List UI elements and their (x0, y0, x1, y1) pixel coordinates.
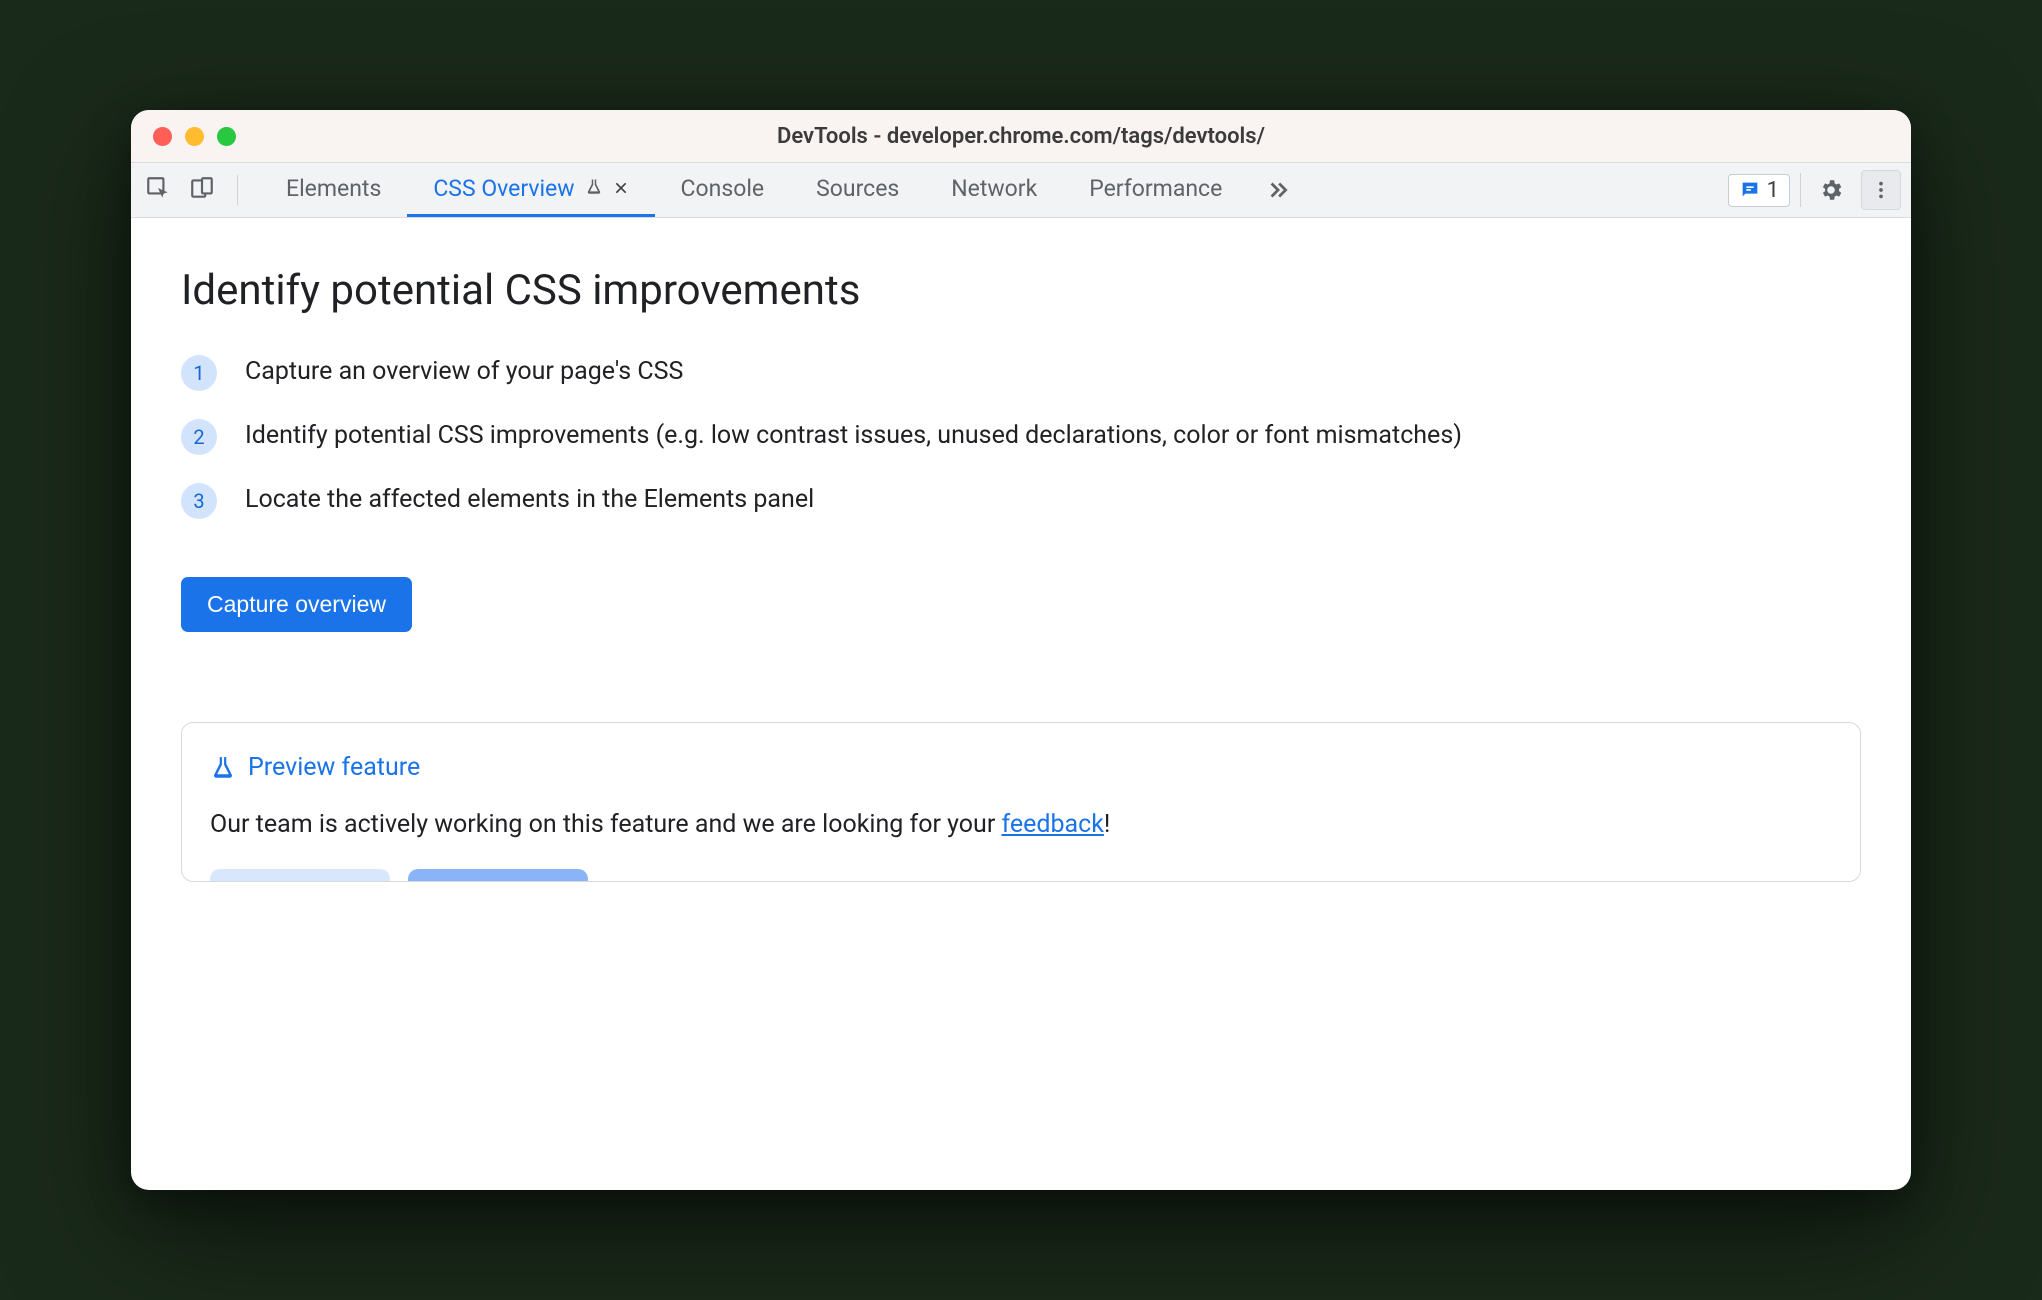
step-number: 2 (181, 419, 217, 455)
window-title: DevTools - developer.chrome.com/tags/dev… (131, 124, 1911, 149)
step-number: 1 (181, 355, 217, 391)
tab-console[interactable]: Console (655, 163, 791, 217)
issues-icon (1739, 179, 1761, 201)
settings-button[interactable] (1811, 170, 1851, 210)
window-close-button[interactable] (153, 127, 172, 146)
kebab-icon (1870, 179, 1892, 201)
close-tab-icon[interactable] (613, 177, 629, 201)
tab-label: Console (681, 175, 765, 202)
tab-network[interactable]: Network (925, 163, 1063, 217)
capture-overview-button[interactable]: Capture overview (181, 577, 412, 632)
page-heading: Identify potential CSS improvements (181, 266, 1861, 315)
step-text: Identify potential CSS improvements (e.g… (245, 417, 1462, 455)
preview-body-post: ! (1104, 810, 1110, 839)
preview-header: Preview feature (210, 753, 1832, 782)
steps-list: 1 Capture an overview of your page's CSS… (181, 353, 1861, 519)
window-minimize-button[interactable] (185, 127, 204, 146)
toolbar-left (131, 163, 260, 217)
thumbnail[interactable] (210, 869, 390, 881)
panel-tabs: Elements CSS Overview Console Sources Ne… (260, 163, 1248, 217)
experimental-icon (585, 175, 603, 202)
thumbnail[interactable] (408, 869, 588, 881)
tab-sources[interactable]: Sources (790, 163, 925, 217)
divider (1800, 173, 1801, 207)
tab-css-overview[interactable]: CSS Overview (407, 163, 654, 217)
tab-elements[interactable]: Elements (260, 163, 407, 217)
more-options-button[interactable] (1861, 170, 1901, 210)
titlebar: DevTools - developer.chrome.com/tags/dev… (131, 110, 1911, 162)
preview-body-pre: Our team is actively working on this fea… (210, 810, 1002, 839)
traffic-lights (131, 127, 236, 146)
issues-count: 1 (1767, 178, 1779, 203)
preview-thumbnails (210, 869, 1832, 881)
step-item: 3 Locate the affected elements in the El… (181, 481, 1861, 519)
feedback-link[interactable]: feedback (1002, 810, 1104, 839)
tab-label: CSS Overview (433, 175, 574, 202)
beaker-icon (210, 755, 236, 781)
divider (237, 175, 238, 205)
gear-icon (1818, 177, 1844, 203)
preview-title: Preview feature (248, 753, 420, 782)
toolbar-right: 1 (1728, 163, 1911, 217)
window-zoom-button[interactable] (217, 127, 236, 146)
panel-content: Identify potential CSS improvements 1 Ca… (131, 218, 1911, 1190)
issues-badge[interactable]: 1 (1728, 174, 1790, 207)
preview-body: Our team is actively working on this fea… (210, 810, 1832, 839)
step-item: 1 Capture an overview of your page's CSS (181, 353, 1861, 391)
devtools-window: DevTools - developer.chrome.com/tags/dev… (131, 110, 1911, 1190)
step-text: Locate the affected elements in the Elem… (245, 481, 814, 519)
more-tabs-button[interactable] (1248, 163, 1306, 217)
tab-performance[interactable]: Performance (1063, 163, 1248, 217)
step-item: 2 Identify potential CSS improvements (e… (181, 417, 1861, 455)
tab-label: Sources (816, 175, 899, 202)
preview-feature-card: Preview feature Our team is actively wor… (181, 722, 1861, 882)
inspect-element-icon[interactable] (145, 175, 171, 205)
device-toggle-icon[interactable] (189, 175, 215, 205)
tab-label: Elements (286, 175, 381, 202)
tab-label: Network (951, 175, 1037, 202)
step-text: Capture an overview of your page's CSS (245, 353, 683, 391)
tab-label: Performance (1089, 175, 1222, 202)
toolbar: Elements CSS Overview Console Sources Ne… (131, 162, 1911, 218)
step-number: 3 (181, 483, 217, 519)
